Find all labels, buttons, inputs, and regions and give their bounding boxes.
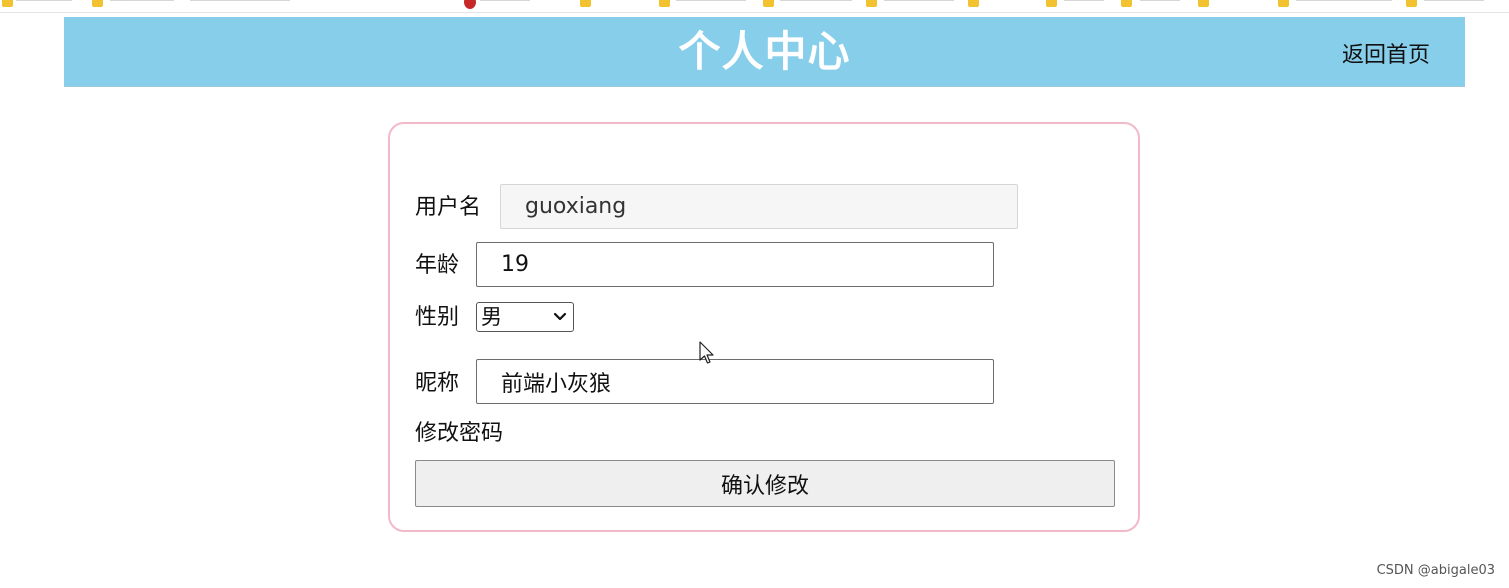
bookmark-folder-icon[interactable] — [1406, 0, 1417, 7]
bookmark-folder-icon[interactable] — [763, 0, 774, 7]
bookmark-item[interactable] — [1296, 0, 1392, 6]
bookmark-folder-icon[interactable] — [968, 0, 979, 7]
age-label: 年龄 — [415, 253, 460, 278]
back-home-link[interactable]: 返回首页 — [1342, 37, 1430, 69]
nickname-field[interactable] — [476, 359, 994, 404]
confirm-edit-button[interactable]: 确认修改 — [415, 460, 1115, 507]
age-field[interactable] — [476, 242, 994, 287]
bookmarks-bar — [0, 0, 1509, 13]
bookmark-item[interactable] — [884, 0, 954, 6]
bookmark-folder-icon[interactable] — [1046, 0, 1057, 7]
username-field[interactable] — [500, 184, 1018, 229]
bookmark-folder-icon[interactable] — [1198, 0, 1209, 7]
bookmark-folder-icon[interactable] — [580, 0, 591, 7]
bookmark-item[interactable] — [16, 0, 72, 6]
bookmark-folder-icon[interactable] — [1278, 0, 1289, 7]
username-label: 用户名 — [415, 195, 482, 220]
bookmark-folder-icon[interactable] — [2, 0, 13, 7]
bookmark-item[interactable] — [676, 0, 746, 6]
bookmark-folder-icon[interactable] — [659, 0, 670, 7]
page-header: 个人中心 返回首页 — [64, 17, 1465, 87]
bookmark-item[interactable] — [1140, 0, 1180, 6]
nickname-label: 昵称 — [415, 371, 460, 396]
bookmark-item[interactable] — [1064, 0, 1104, 6]
bookmark-item[interactable] — [190, 0, 290, 6]
bookmark-item[interactable] — [480, 0, 530, 6]
bookmark-item[interactable] — [110, 0, 174, 6]
mouse-cursor-icon — [699, 341, 714, 364]
chevron-down-icon — [553, 312, 567, 321]
bookmark-folder-icon[interactable] — [866, 0, 877, 7]
gender-select[interactable]: 男 — [476, 302, 574, 332]
change-password-link[interactable]: 修改密码 — [415, 420, 503, 448]
gender-label: 性别 — [415, 305, 460, 330]
bookmark-favicon-icon[interactable] — [464, 0, 476, 9]
bookmark-folder-icon[interactable] — [1121, 0, 1132, 7]
gender-selected-value: 男 — [481, 305, 502, 329]
bookmark-item[interactable] — [780, 0, 852, 6]
bookmark-folder-icon[interactable] — [92, 0, 103, 7]
page-title: 个人中心 — [678, 27, 851, 76]
profile-form: 用户名 年龄 性别 男 昵称 修改密码 确认修改 — [388, 122, 1140, 532]
bookmark-item[interactable] — [1424, 0, 1484, 6]
watermark: CSDN @abigale03 — [1376, 563, 1495, 578]
